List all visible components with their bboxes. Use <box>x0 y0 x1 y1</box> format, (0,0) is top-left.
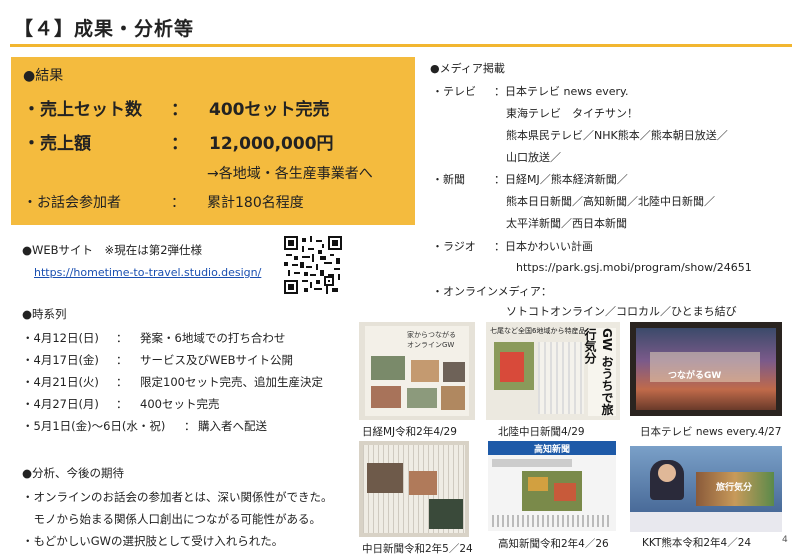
photo-caption: 北陸中日新聞4/29 <box>498 426 585 438</box>
media-online-label: ・オンラインメディア： <box>432 285 552 298</box>
timeline-sep: ： <box>116 375 128 389</box>
results-heading: ●結果 <box>23 68 64 84</box>
timeline-text: 発案・6地域での打ち合わせ <box>140 331 286 345</box>
media-radio-url[interactable]: https://park.gsj.mobi/program/show/24651 <box>516 261 752 274</box>
media-paper-label: ・新聞 <box>432 173 465 186</box>
photo-overlay: つながるGW <box>668 371 722 381</box>
media-tv-line: 東海テレビ タイチサン！ <box>506 107 638 120</box>
timeline-date: ・5月1日(金)～6日(水・祝) <box>22 419 166 433</box>
photo-caption: 日本テレビ news every.4/27 <box>640 426 782 438</box>
media-paper-line: ：日経MJ／熊本経済新聞／ <box>494 173 628 186</box>
analysis-heading: ●分析、今後の期待 <box>22 466 125 480</box>
tv-photo-nihon-tv: つながるGW <box>630 322 782 416</box>
web-link[interactable]: https://hometime-to-travel.studio.design… <box>34 266 261 279</box>
timeline-date: ・4月17日(金) <box>22 353 99 367</box>
analysis-line: ・もどかしいGWの選択肢として受け入れられた。 <box>22 534 284 548</box>
tv-photo-kkt: 旅行気分 <box>630 446 782 532</box>
photo-caption: KKT熊本令和2年4／24 <box>642 537 752 549</box>
newspaper-photo-kochi: 高知新聞 <box>488 441 616 531</box>
photo-caption: 中日新聞令和2年5／24 <box>362 543 473 555</box>
photo-headline: 七尾など全国6地域から特産品 <box>490 327 586 335</box>
timeline-sep: ： <box>116 331 128 345</box>
media-radio-label: ・ラジオ <box>432 240 476 253</box>
media-paper-line: 太平洋新聞／西日本新聞 <box>506 217 627 230</box>
timeline-date: ・4月21日(火) <box>22 375 99 389</box>
sales-sets-value: 400セット完売 <box>209 100 330 120</box>
web-heading: ●WEBサイト ※現在は第2弾仕様 <box>22 243 203 257</box>
timeline-text: 400セット完売 <box>140 397 220 411</box>
results-note: →各地域・各生産事業者へ <box>207 166 373 182</box>
participants-sep: ： <box>171 195 185 211</box>
participants-value: 累計180名程度 <box>207 195 304 211</box>
media-paper-line: 熊本日日新聞／高知新聞／北陸中日新聞／ <box>506 195 715 208</box>
analysis-line: モノから始まる関係人口創出につながる可能性がある。 <box>22 512 321 526</box>
timeline-sep: ： <box>116 353 128 367</box>
page-title: 【４】成果・分析等 <box>14 18 195 40</box>
timeline-date: ・4月12日(日) <box>22 331 99 345</box>
title-underline <box>10 44 792 47</box>
photo-caption: 高知新聞令和2年4／26 <box>498 538 609 550</box>
photo-masthead: 高知新聞 <box>534 445 571 455</box>
media-radio-line: ：日本かわいい計画 <box>494 240 593 253</box>
analysis-line: ・オンラインのお話会の参加者とは、深い関係性ができた。 <box>22 490 333 504</box>
photo-caption: 日経MJ令和2年4/29 <box>362 426 457 438</box>
newspaper-photo-chunichi <box>359 441 469 537</box>
timeline-sep: ： <box>116 397 128 411</box>
newspaper-photo-hokuriku-chunichi: 七尾など全国6地域から特産品 GW おうちで旅行気分 <box>486 322 620 420</box>
timeline-text: 限定100セット完売、追加生産決定 <box>140 375 323 389</box>
media-tv-line: ：日本テレビ news every. <box>494 85 629 98</box>
sales-amount-label: ・売上額 <box>23 134 91 154</box>
timeline-text: サービス及びWEBサイト公開 <box>140 353 294 367</box>
sales-sets-label: ・売上セット数 <box>23 100 142 120</box>
qr-code-icon <box>284 236 342 294</box>
media-tv-line: 山口放送／ <box>506 151 561 164</box>
media-tv-label: ・テレビ <box>432 85 476 98</box>
timeline-date: ・4月27日(月) <box>22 397 99 411</box>
participants-label: ・お話会参加者 <box>23 195 121 211</box>
photo-overlay: 旅行気分 <box>716 483 753 493</box>
media-online-line: ソトコトオンライン／コロカル／ひとまち結び <box>506 305 737 318</box>
timeline-heading: ●時系列 <box>22 307 67 321</box>
media-tv-line: 熊本県民テレビ／NHK熊本／熊本朝日放送／ <box>506 129 728 142</box>
timeline-text: 購入者へ配送 <box>198 419 267 433</box>
sales-amount-sep: ： <box>171 134 188 154</box>
newspaper-photo-nikkei-mj: 家からつながる オンラインGW <box>359 322 475 420</box>
results-box: ●結果 ・売上セット数 ： 400セット完売 ・売上額 ： 12,000,000… <box>11 57 415 225</box>
sales-amount-value: 12,000,000円 <box>209 134 334 154</box>
sales-sets-sep: ： <box>171 100 188 120</box>
photo-headline: 家からつながる オンラインGW <box>407 331 456 349</box>
media-heading: ●メディア掲載 <box>430 62 505 75</box>
page-number: 4 <box>782 535 788 545</box>
photo-vertical-title: GW おうちで旅行気分 <box>583 328 616 416</box>
timeline-sep: ： <box>184 419 196 433</box>
